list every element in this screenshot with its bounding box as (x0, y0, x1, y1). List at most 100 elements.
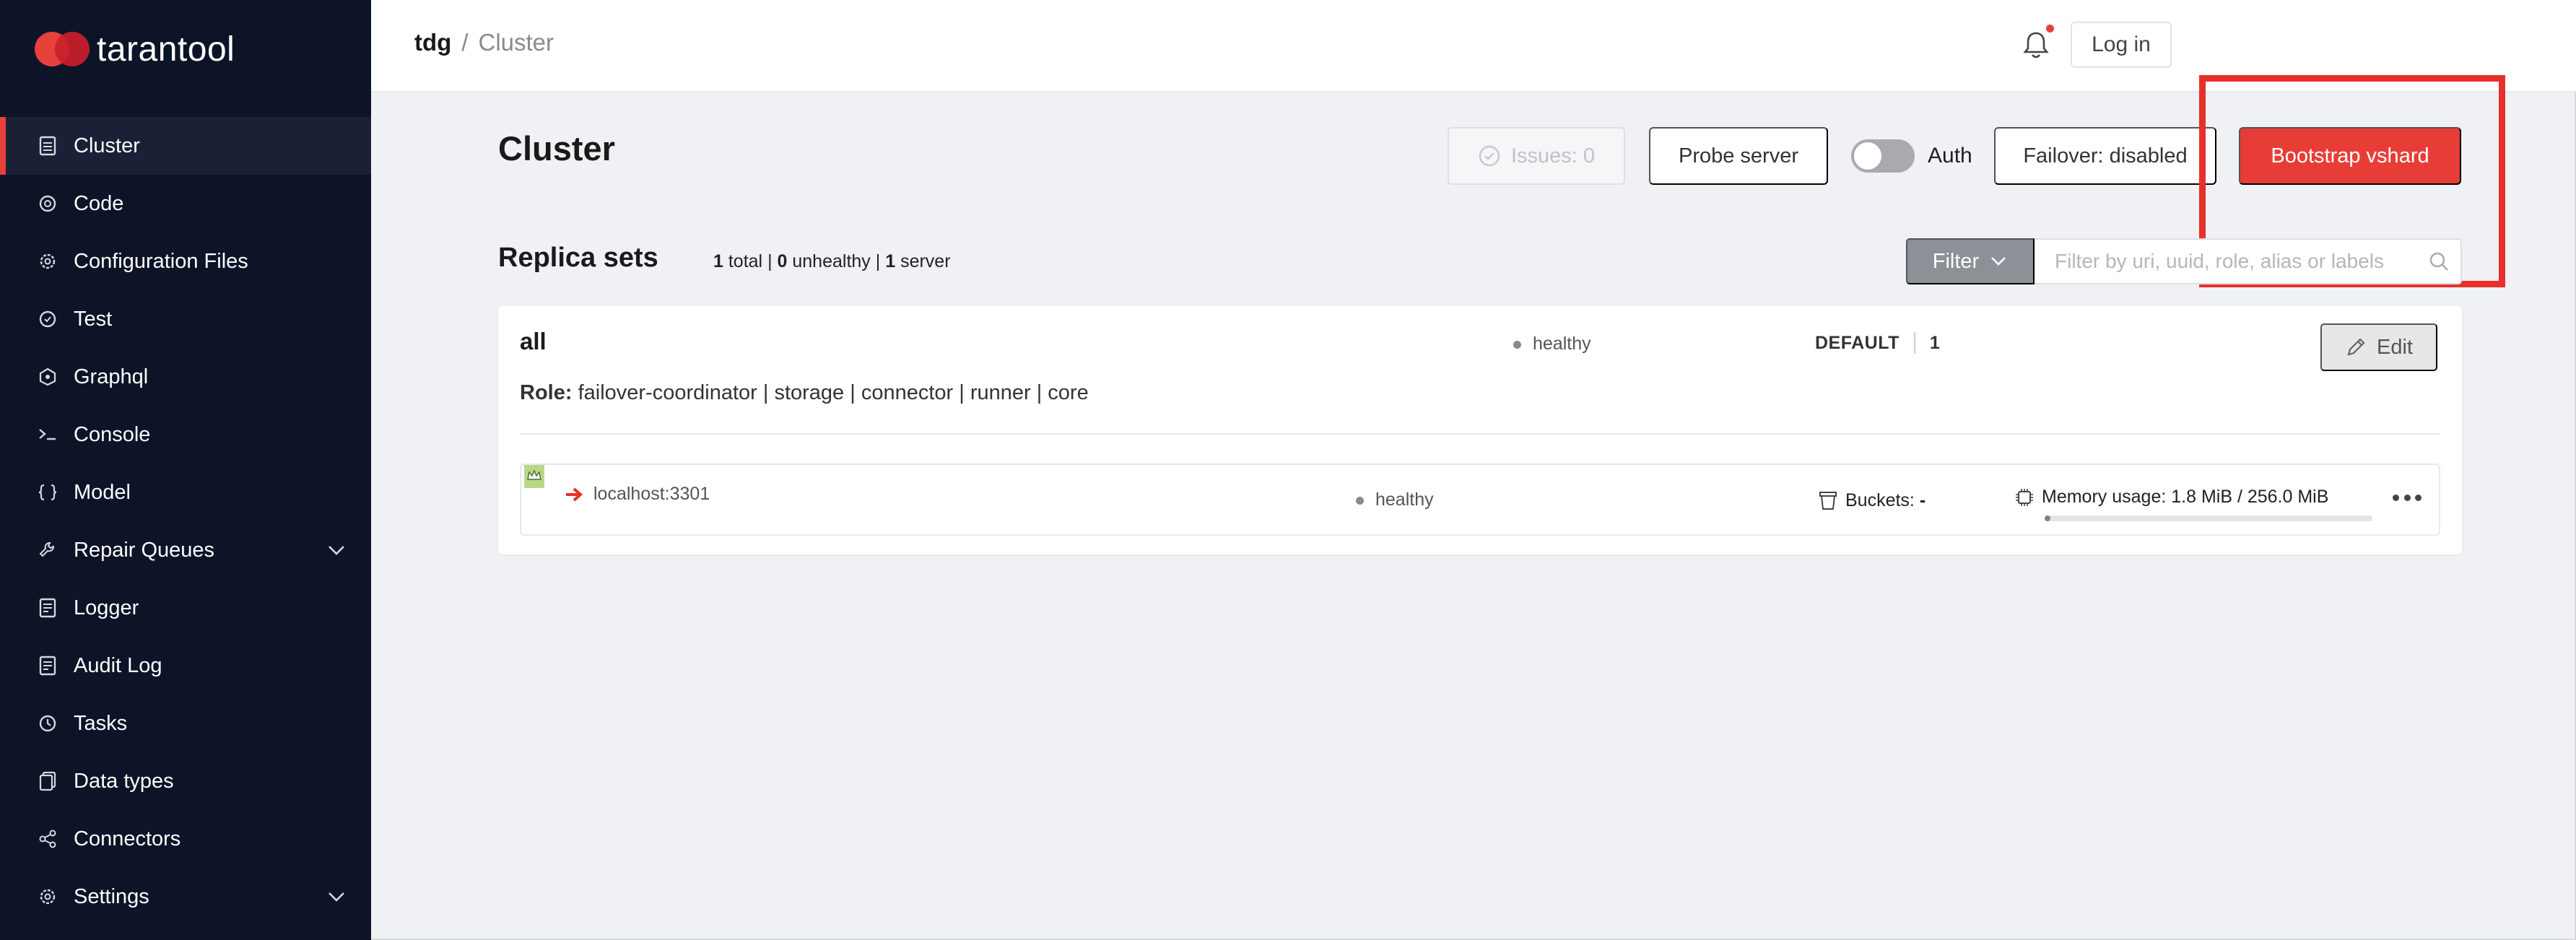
server-row[interactable]: localhost:3301 healthy Buckets: - Memory… (520, 464, 2440, 536)
more-options-icon[interactable] (2393, 487, 2421, 508)
pencil-icon (2347, 338, 2365, 356)
logo-text: tarantool (97, 30, 235, 69)
chevron-down-icon (1991, 257, 2006, 266)
sidebar-item-label: Data types (74, 769, 174, 793)
sidebar-item-label: Logger (74, 596, 139, 619)
probe-server-button[interactable]: Probe server (1649, 127, 1828, 185)
filter-label: Filter (1932, 249, 1980, 273)
tarantool-logo-icon (35, 27, 92, 71)
sidebar-item-test[interactable]: Test (0, 290, 371, 348)
sidebar-item-repair-queues[interactable]: Repair Queues (0, 521, 371, 579)
code-icon (36, 192, 59, 215)
gear-icon (36, 250, 59, 273)
roles-list: failover-coordinator | storage | connect… (578, 381, 1089, 404)
filter-dropdown-button[interactable]: Filter (1906, 238, 2035, 284)
failover-button[interactable]: Failover: disabled (1994, 127, 2216, 185)
chevron-down-icon[interactable] (326, 887, 347, 907)
login-button[interactable]: Log in (2071, 22, 2172, 68)
sidebar-item-connectors[interactable]: Connectors (0, 810, 371, 868)
filter-input[interactable] (2035, 238, 2462, 284)
replica-set-name[interactable]: all (520, 328, 547, 355)
sidebar-item-label: Tasks (74, 711, 128, 735)
issues-label: Issues: 0 (1510, 144, 1596, 167)
memory-progress-fill (2045, 515, 2050, 521)
chevron-down-icon[interactable] (326, 540, 347, 560)
auth-toggle-wrap: Auth (1851, 139, 1972, 173)
files-icon (36, 770, 59, 793)
status-dot (1513, 340, 1521, 349)
breadcrumb: tdg / Cluster (414, 29, 554, 56)
sidebar-item-code[interactable]: Code (0, 175, 371, 232)
braces-icon (36, 481, 59, 504)
sidebar-item-graphql[interactable]: Graphql (0, 348, 371, 406)
graphql-icon (36, 365, 59, 388)
sidebar-item-label: Model (74, 480, 131, 504)
sidebar-item-label: Repair Queues (74, 538, 215, 562)
test-icon (36, 308, 59, 331)
auth-toggle[interactable] (1851, 139, 1915, 173)
sidebar-item-label: Configuration Files (74, 249, 248, 273)
replica-set-weight: 1 (1929, 332, 1940, 353)
sidebar-item-audit-log[interactable]: Audit Log (0, 637, 371, 695)
sidebar-item-cluster[interactable]: Cluster (0, 117, 371, 175)
cluster-icon (36, 134, 59, 157)
server-label: server (900, 251, 951, 271)
sidebar: tarantool Cluster Code Configuration Fil… (0, 0, 371, 940)
console-icon (36, 423, 59, 446)
sidebar-item-label: Cluster (74, 134, 140, 157)
memory-progress-bar (2045, 515, 2372, 521)
document-icon (36, 654, 59, 677)
replica-set-card: all healthy DEFAULT 1 Edit Role: failove… (498, 306, 2462, 554)
sidebar-item-label: Settings (74, 884, 149, 908)
check-circle-icon (1479, 145, 1500, 167)
replica-set-group: DEFAULT 1 (1815, 332, 1940, 354)
memory-usage: Memory usage: 1.8 MiB / 256.0 MiB (2014, 487, 2328, 508)
chip-icon (2016, 488, 2033, 506)
sidebar-item-data-types[interactable]: Data types (0, 752, 371, 810)
replica-set-status-text: healthy (1533, 334, 1591, 354)
sidebar-item-label: Audit Log (74, 653, 162, 677)
role-line: Role: failover-coordinator | storage | c… (520, 381, 1089, 405)
sidebar-item-label: Test (74, 307, 113, 331)
issues-button[interactable]: Issues: 0 (1448, 127, 1625, 185)
buckets: Buckets: - (1818, 489, 1926, 511)
auth-label: Auth (1928, 144, 1972, 167)
leader-crown-icon (524, 465, 544, 488)
sidebar-item-label: Connectors (74, 827, 181, 850)
gear-icon (36, 885, 59, 908)
role-label: Role: (520, 381, 573, 404)
server-uri[interactable]: localhost:3301 (593, 484, 710, 505)
breadcrumb-current: Cluster (478, 29, 554, 56)
search-icon (2429, 252, 2448, 271)
buckets-value: - (1919, 489, 1926, 510)
breadcrumb-separator: / (461, 29, 469, 56)
unhealthy-count: 0 (777, 251, 788, 271)
arrow-right-icon (566, 487, 583, 502)
sidebar-nav: Cluster Code Configuration Files Test Gr… (0, 117, 371, 926)
sidebar-item-tasks[interactable]: Tasks (0, 695, 371, 752)
wrench-icon (36, 539, 59, 562)
sidebar-item-model[interactable]: Model (0, 464, 371, 521)
replica-sets-stats: 1 total | 0 unhealthy | 1 server (713, 251, 951, 271)
logo[interactable]: tarantool (35, 27, 235, 71)
vshard-group: DEFAULT (1815, 332, 1900, 353)
sidebar-item-configuration-files[interactable]: Configuration Files (0, 232, 371, 290)
status-dot (1356, 496, 1364, 505)
notification-badge (2046, 25, 2054, 32)
sidebar-item-console[interactable]: Console (0, 406, 371, 464)
server-status: healthy (1356, 489, 1434, 510)
edit-button[interactable]: Edit (2320, 323, 2437, 371)
divider (520, 433, 2440, 435)
memory-label: Memory usage: (2042, 487, 2167, 507)
server-count: 1 (885, 251, 896, 271)
replica-sets-title: Replica sets (498, 243, 658, 273)
sidebar-item-settings[interactable]: Settings (0, 868, 371, 926)
sidebar-item-logger[interactable]: Logger (0, 579, 371, 637)
document-icon (36, 596, 59, 619)
unhealthy-label: unhealthy (792, 251, 871, 271)
edit-label: Edit (2377, 335, 2413, 359)
sidebar-item-label: Console (74, 422, 151, 446)
page-title: Cluster (498, 129, 615, 167)
bell-icon[interactable] (2022, 29, 2050, 62)
breadcrumb-root[interactable]: tdg (414, 29, 451, 56)
